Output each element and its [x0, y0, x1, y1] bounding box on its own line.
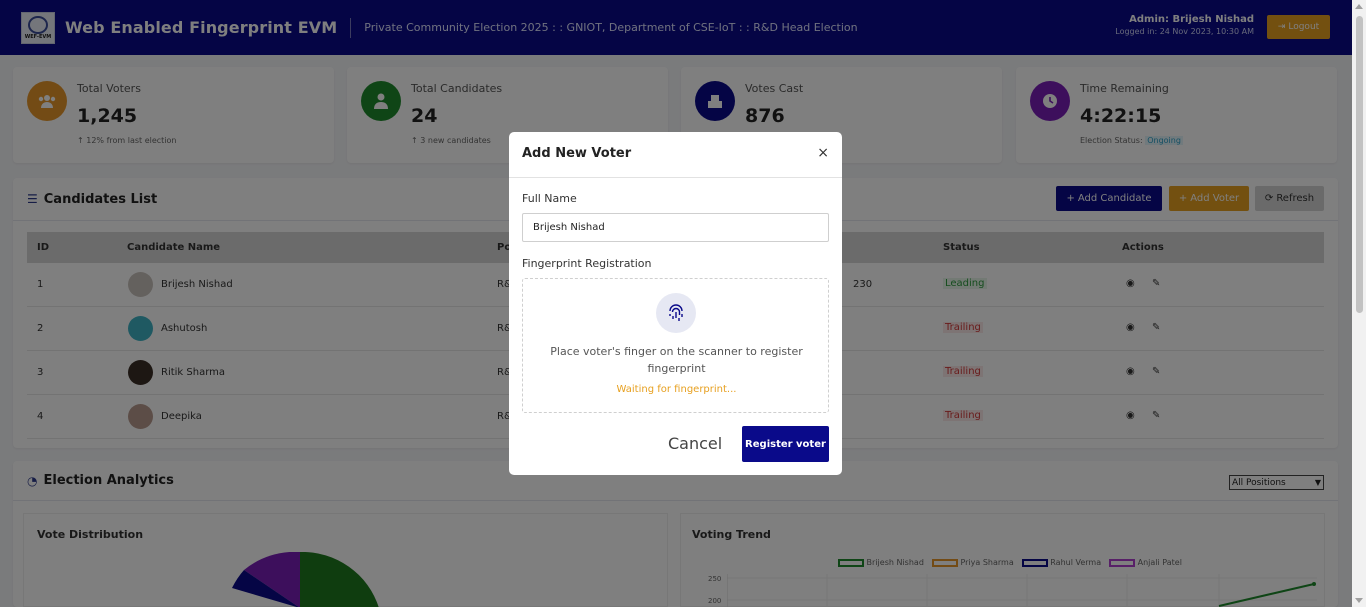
fingerprint-icon [656, 293, 696, 333]
add-voter-modal: Add New Voter × Full Name Brijesh Nishad… [509, 132, 842, 475]
fingerprint-status: Waiting for fingerprint... [616, 384, 737, 395]
fingerprint-scanner-area[interactable]: Place voter's finger on the scanner to r… [522, 278, 829, 413]
fingerprint-instruction: Place voter's finger on the scanner to r… [550, 345, 803, 375]
scroll-up-icon[interactable] [1355, 4, 1363, 9]
scrollbar-thumb[interactable] [1356, 16, 1363, 313]
modal-title: Add New Voter [522, 146, 632, 161]
page-scrollbar[interactable] [1352, 0, 1366, 607]
scroll-down-icon[interactable] [1355, 598, 1363, 603]
full-name-input[interactable]: Brijesh Nishad [522, 213, 829, 242]
fingerprint-label: Fingerprint Registration [522, 257, 652, 270]
cancel-button[interactable]: Cancel [668, 434, 722, 453]
close-icon[interactable]: × [817, 145, 829, 161]
register-voter-button[interactable]: Register voter [742, 426, 829, 462]
modal-header: Add New Voter × [509, 132, 842, 178]
full-name-label: Full Name [522, 192, 577, 205]
